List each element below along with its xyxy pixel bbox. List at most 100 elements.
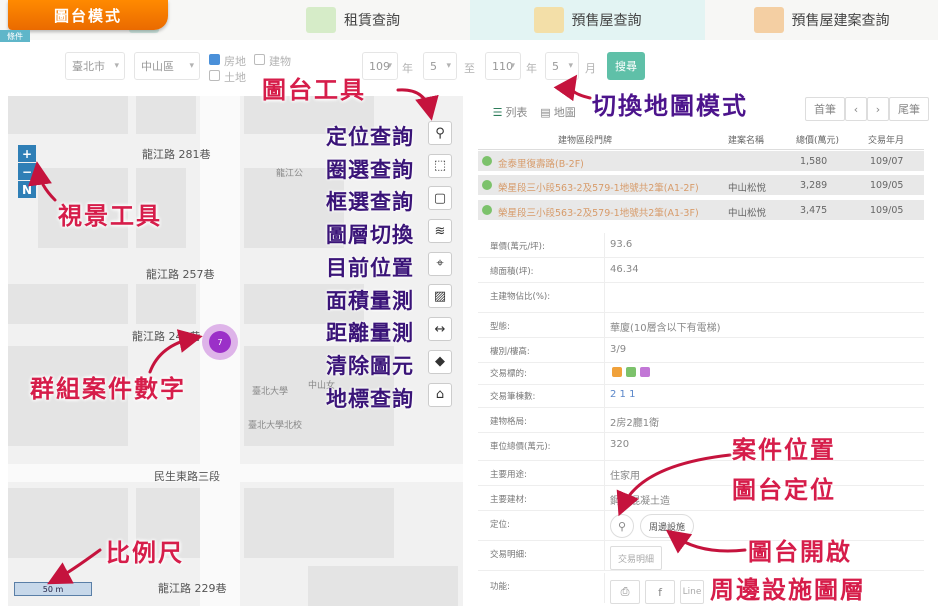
tool-label: 圖層切換 bbox=[326, 223, 414, 247]
locate-case-button[interactable]: ⚲ bbox=[610, 514, 634, 538]
tool-label: 目前位置 bbox=[326, 256, 414, 280]
condition-tag: 條件 bbox=[0, 30, 30, 42]
column-date[interactable]: 交易年月 bbox=[868, 133, 904, 146]
annotation-map-tools: 圖台工具 bbox=[262, 76, 366, 104]
tab-presale-project[interactable]: 預售屋建案查詢 bbox=[705, 0, 938, 40]
detail-row: 主要建材: 鋼筋混凝土造 bbox=[478, 486, 924, 511]
locate-pin-icon[interactable]: ⚲ bbox=[428, 121, 452, 145]
detail-row: 主建物佔比(%): bbox=[478, 283, 924, 313]
detail-value: 46.34 bbox=[610, 264, 639, 275]
view-map-toggle[interactable]: ▤ 地圖 bbox=[536, 100, 580, 124]
tool-label: 框選查詢 bbox=[326, 190, 414, 214]
annotation-scale: 比例尺 bbox=[106, 539, 184, 567]
detail-row: 單價(萬元/坪): 93.6 bbox=[478, 233, 924, 258]
nearby-facilities-button[interactable]: 周邊設施 bbox=[640, 514, 694, 538]
detail-row: 交易標的: bbox=[478, 360, 924, 385]
area-measure-icon[interactable]: ▨ bbox=[428, 284, 452, 309]
facebook-icon[interactable]: f bbox=[645, 580, 675, 604]
table-row[interactable]: 榮星段三小段563-2及579-1地號共2筆(A1-3F) 中山松悅 3,475… bbox=[478, 200, 924, 221]
tool-label: 地標查詢 bbox=[326, 387, 414, 411]
cluster-marker[interactable]: 7 bbox=[202, 324, 238, 360]
detail-row: 總面積(坪): 46.34 bbox=[478, 258, 924, 283]
column-project[interactable]: 建案名稱 bbox=[728, 133, 764, 146]
view-list-toggle[interactable]: ☰ 列表 bbox=[488, 100, 532, 124]
land-badge-icon bbox=[612, 367, 622, 377]
crosshair-icon[interactable]: ⌖ bbox=[428, 251, 452, 276]
detail-key: 車位總價(萬元): bbox=[490, 442, 551, 452]
road-label: 龍江路 229巷 bbox=[158, 582, 227, 595]
row-price: 3,475 bbox=[800, 205, 828, 216]
annotation-map-open: 圖台開啟 bbox=[748, 538, 852, 566]
tool-label: 定位查詢 bbox=[326, 125, 414, 149]
mode-title: 圖台模式 bbox=[8, 0, 168, 30]
print-icon[interactable]: ⎙ bbox=[610, 580, 640, 604]
annotation-case-location: 案件位置 bbox=[732, 436, 836, 464]
detail-row: 車位總價(萬元): 320 bbox=[478, 433, 924, 461]
tab-rent[interactable]: 租賃查詢 bbox=[236, 0, 470, 40]
parking-badge-icon bbox=[640, 367, 650, 377]
north-button[interactable]: N bbox=[18, 181, 36, 198]
type-land-label: 土地 bbox=[224, 71, 246, 84]
zoom-in-button[interactable]: + bbox=[18, 145, 36, 162]
zoom-out-button[interactable]: − bbox=[18, 163, 36, 180]
type-building-checkbox[interactable] bbox=[254, 54, 265, 65]
to-label: 至 bbox=[464, 62, 475, 75]
detail-key: 交易筆棟數: bbox=[490, 392, 536, 402]
box-select-icon[interactable]: ▢ bbox=[428, 186, 452, 211]
type-house-checkbox[interactable] bbox=[209, 54, 220, 65]
distance-measure-icon[interactable]: ↔ bbox=[428, 317, 452, 342]
detail-value: 320 bbox=[610, 439, 630, 450]
table-row[interactable]: 金泰里復壽路(B-2F) 1,580 109/07 bbox=[478, 151, 924, 172]
detail-key: 交易明細: bbox=[490, 550, 527, 560]
annotation-switch-mode: 切換地圖模式 bbox=[592, 92, 748, 120]
road-label: 龍江路 257巷 bbox=[146, 268, 215, 281]
column-price[interactable]: 總價(萬元) bbox=[796, 133, 839, 146]
detail-key: 主要用途: bbox=[490, 470, 527, 480]
landmark-icon[interactable]: ⌂ bbox=[428, 382, 452, 407]
table-header: 建物區段門牌 建案名稱 總價(萬元) 交易年月 bbox=[478, 128, 924, 150]
circle-select-icon[interactable]: ⬚ bbox=[428, 153, 452, 178]
list-icon: ☰ bbox=[492, 105, 503, 119]
line-share-button[interactable]: Line bbox=[680, 580, 704, 604]
prev-page-button[interactable]: ‹ bbox=[845, 97, 867, 121]
map-toolbar: ⚲ ⬚ ▢ ≋ ⌖ ▨ ↔ ◆ ⌂ bbox=[428, 121, 452, 415]
tab-presale[interactable]: 預售屋查詢 bbox=[470, 0, 705, 40]
collapse-icon[interactable] bbox=[482, 205, 492, 215]
row-price: 1,580 bbox=[800, 156, 828, 167]
last-page-button[interactable]: 尾筆 bbox=[889, 97, 929, 121]
table-row[interactable]: 榮星段三小段563-2及579-1地號共2筆(A1-2F) 中山松悅 3,289… bbox=[478, 175, 924, 196]
next-page-button[interactable]: › bbox=[867, 97, 889, 121]
detail-key: 建物格局: bbox=[490, 417, 527, 427]
row-address: 榮星段三小段563-2及579-1地號共2筆(A1-3F) bbox=[498, 208, 699, 219]
zoom-control: + − N bbox=[18, 145, 36, 199]
detail-key: 總面積(坪): bbox=[490, 267, 534, 277]
tool-label: 圈選查詢 bbox=[326, 158, 414, 182]
month-to-select[interactable]: 5 bbox=[545, 52, 579, 80]
detail-row: 主要用途: 住家用 bbox=[478, 461, 924, 486]
eraser-icon[interactable]: ◆ bbox=[428, 349, 452, 374]
building-badge-icon bbox=[626, 367, 636, 377]
district-select[interactable]: 中山區 bbox=[134, 52, 200, 80]
annotation-view-tools: 視景工具 bbox=[58, 202, 162, 230]
detail-value: 3/9 bbox=[610, 344, 627, 355]
year-to-input[interactable]: 110 bbox=[485, 52, 521, 80]
scale-bar: 50 m bbox=[14, 582, 92, 596]
map-pin-icon: ⚲ bbox=[617, 519, 627, 533]
column-address[interactable]: 建物區段門牌 bbox=[558, 133, 612, 146]
layers-icon[interactable]: ≋ bbox=[428, 219, 452, 244]
first-page-button[interactable]: 首筆 bbox=[805, 97, 845, 121]
detail-row: 交易明細: bbox=[478, 541, 924, 571]
map-icon: ▤ bbox=[540, 105, 551, 119]
expand-icon[interactable] bbox=[482, 156, 492, 166]
detail-value: 鋼筋混凝土造 bbox=[610, 496, 670, 507]
city-select[interactable]: 臺北市 bbox=[65, 52, 125, 80]
transaction-detail-button[interactable]: 交易明細 bbox=[610, 546, 662, 570]
type-land-checkbox[interactable] bbox=[209, 70, 220, 81]
year-from-input[interactable]: 109 bbox=[362, 52, 398, 80]
tool-label: 清除圖元 bbox=[326, 354, 414, 378]
search-button[interactable]: 搜尋 bbox=[607, 52, 645, 80]
month-from-select[interactable]: 5 bbox=[423, 52, 457, 80]
detail-key: 主建物佔比(%): bbox=[490, 292, 551, 302]
expand-icon[interactable] bbox=[482, 180, 492, 190]
crane-icon bbox=[533, 7, 564, 33]
